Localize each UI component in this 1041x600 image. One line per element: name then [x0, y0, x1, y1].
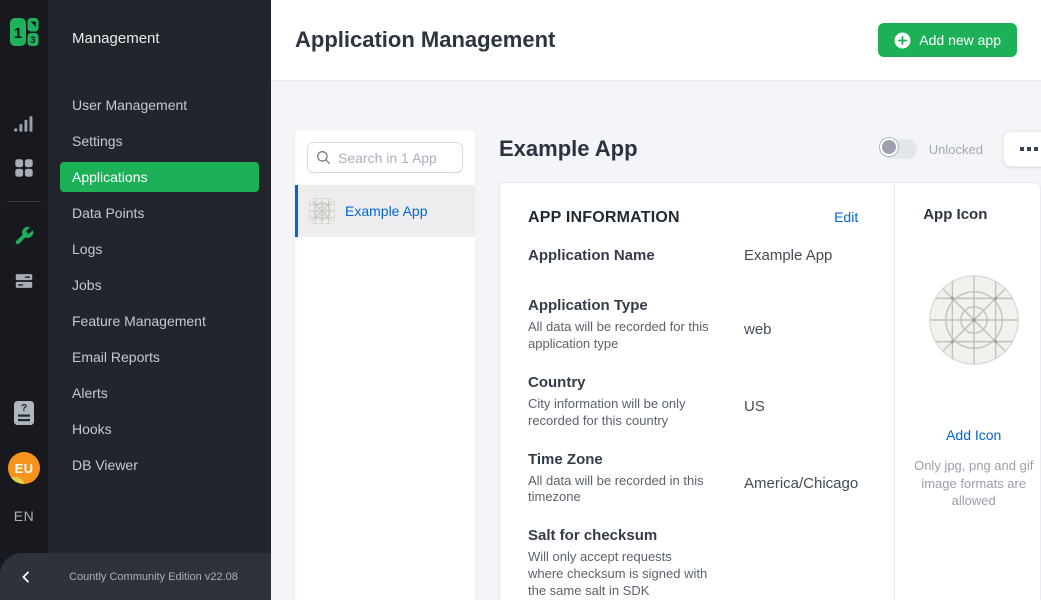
avatar[interactable]: EU	[8, 452, 40, 484]
sidebar-item-db-viewer[interactable]: DB Viewer	[48, 447, 271, 483]
help-icon[interactable]: ?	[11, 400, 37, 426]
app-icon-title: App Icon	[895, 206, 1041, 223]
field-label: Salt for checksum	[528, 527, 744, 544]
countly-logo-icon: 1 3	[9, 17, 39, 47]
svg-text:1: 1	[14, 25, 22, 42]
icon-rail: 1 3	[0, 0, 48, 600]
sidebar-item-logs[interactable]: Logs	[48, 231, 271, 267]
kebab-menu-icon	[1020, 147, 1024, 151]
field-description: City information will be only recorded f…	[528, 396, 710, 430]
app-list-panel: Example App	[295, 130, 475, 600]
main-area: Application Management Add new app	[271, 0, 1041, 600]
icon-format-hint: Only jpg, png and gif image formats are …	[913, 457, 1035, 510]
svg-text:?: ?	[21, 403, 27, 414]
language-switcher[interactable]: EN	[14, 508, 34, 524]
dashboards-grid-icon[interactable]	[12, 156, 36, 180]
field-time-zone: Time Zone All data will be recorded in t…	[528, 451, 858, 507]
app-list-item-label: Example App	[345, 203, 428, 219]
app-information-pane: APP INFORMATION Edit Application Name Ex…	[500, 183, 894, 600]
chevron-left-icon	[18, 569, 34, 585]
app-root: 1 3	[0, 0, 1041, 600]
field-value: America/Chicago	[744, 475, 858, 507]
search-icon	[316, 150, 331, 165]
field-label: Application Name	[528, 247, 744, 264]
sidebar-item-settings[interactable]: Settings	[48, 123, 271, 159]
section-title: APP INFORMATION	[528, 209, 834, 227]
field-application-type: Application Type All data will be record…	[528, 297, 858, 353]
countly-logo[interactable]: 1 3	[4, 12, 44, 52]
more-options-button[interactable]	[1003, 131, 1041, 167]
rail-divider	[7, 201, 41, 202]
sidebar-item-user-management[interactable]: User Management	[48, 87, 271, 123]
sidebar-footer: Countly Community Edition v22.08	[0, 553, 271, 600]
plus-circle-icon	[894, 32, 911, 49]
toggle-knob	[880, 138, 898, 156]
field-country: Country City information will be only re…	[528, 374, 858, 430]
add-icon-link[interactable]: Add Icon	[895, 427, 1041, 443]
svg-text:3: 3	[30, 35, 35, 45]
sidebar-item-applications[interactable]: Applications	[60, 162, 259, 192]
page-header: Application Management Add new app	[271, 0, 1041, 81]
detail-title: Example App	[499, 136, 638, 162]
management-wrench-icon[interactable]	[12, 224, 36, 248]
lock-toggle-label: Unlocked	[929, 142, 983, 157]
sidebar-item-alerts[interactable]: Alerts	[48, 375, 271, 411]
management-sidebar: Management User Management Settings Appl…	[48, 0, 271, 600]
app-list-item-example-app[interactable]: Example App	[295, 185, 475, 237]
detail-header: Example App Unlocked	[499, 128, 1041, 170]
sidebar-item-email-reports[interactable]: Email Reports	[48, 339, 271, 375]
app-search	[307, 142, 463, 173]
app-icon-pane: App Icon	[894, 183, 1041, 600]
field-value: web	[744, 321, 772, 353]
field-value: Example App	[744, 247, 832, 264]
field-label: Country	[528, 374, 744, 391]
field-label: Time Zone	[528, 451, 744, 468]
field-description: All data will be recorded in this timezo…	[528, 473, 710, 507]
add-new-app-button[interactable]: Add new app	[878, 23, 1017, 57]
collapse-sidebar-button[interactable]	[0, 569, 52, 585]
app-icon-placeholder	[927, 273, 1021, 367]
avatar-accent	[8, 477, 24, 484]
sidebar-title: Management	[48, 0, 271, 47]
sidebar-item-feature-management[interactable]: Feature Management	[48, 303, 271, 339]
app-placeholder-icon	[309, 198, 335, 224]
field-description: All data will be recorded for this appli…	[528, 319, 710, 353]
field-salt-for-checksum: Salt for checksum Will only accept reque…	[528, 527, 858, 600]
sidebar-item-jobs[interactable]: Jobs	[48, 267, 271, 303]
management-menu: User Management Settings Applications Da…	[48, 87, 271, 483]
content-area: Example App Example App Unlocked	[271, 81, 1041, 600]
add-new-app-label: Add new app	[919, 32, 1001, 48]
edit-link[interactable]: Edit	[834, 209, 858, 225]
field-application-name: Application Name Example App	[528, 247, 858, 264]
version-label: Countly Community Edition v22.08	[52, 571, 271, 583]
page-title: Application Management	[295, 27, 878, 53]
lock-toggle[interactable]	[881, 139, 917, 159]
data-server-icon[interactable]	[12, 269, 36, 293]
app-detail-card: APP INFORMATION Edit Application Name Ex…	[499, 182, 1041, 600]
field-description: Will only accept requests where checksum…	[528, 549, 710, 600]
avatar-initials: EU	[15, 461, 34, 476]
analytics-icon[interactable]	[12, 112, 36, 136]
sidebar-item-hooks[interactable]: Hooks	[48, 411, 271, 447]
field-value: US	[744, 398, 765, 430]
field-label: Application Type	[528, 297, 744, 314]
sidebar-item-data-points[interactable]: Data Points	[48, 195, 271, 231]
